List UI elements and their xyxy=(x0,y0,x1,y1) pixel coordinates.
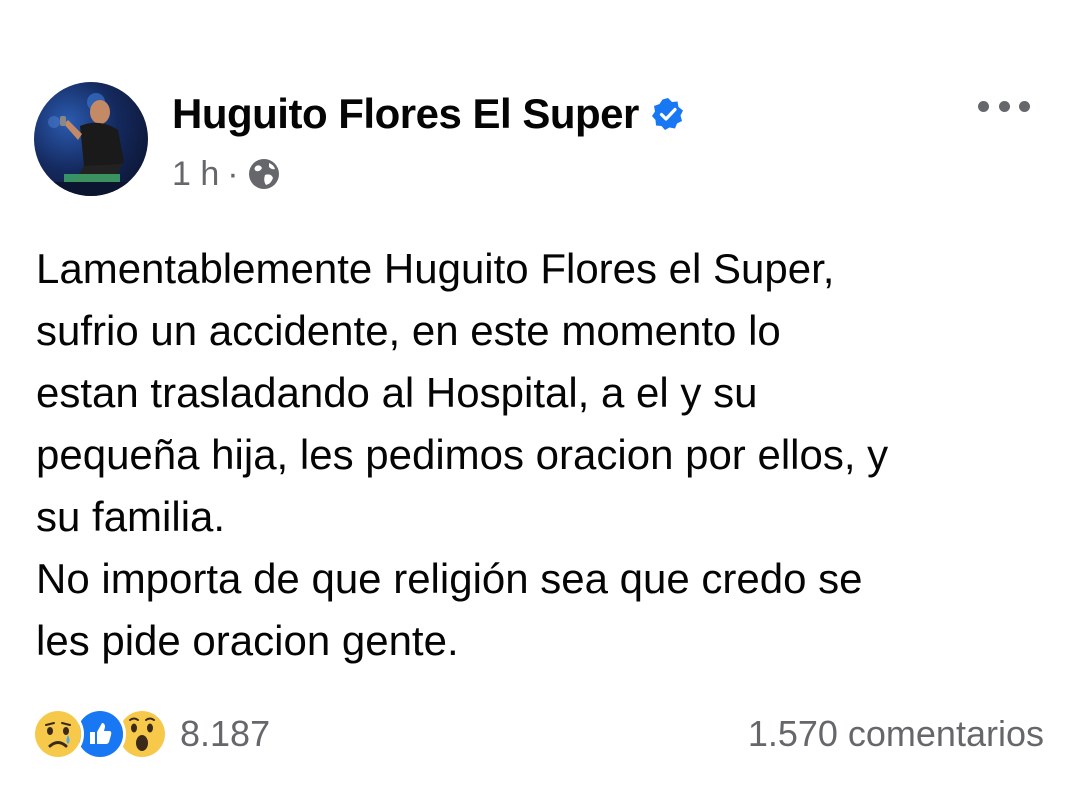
post-timestamp[interactable]: 1 h xyxy=(172,155,219,194)
reactions-summary[interactable]: 8.187 xyxy=(32,706,270,762)
post-text-line: Lamentablemente Huguito Flores el Super, xyxy=(36,245,835,292)
globe-icon xyxy=(248,159,279,189)
post-text-line: estan trasladando al Hospital, a el y su xyxy=(36,369,758,416)
verified-badge-icon xyxy=(651,98,683,130)
post-text-line: su familia. xyxy=(36,493,226,540)
reaction-count: 8.187 xyxy=(180,713,271,754)
post-card: Huguito Flores El Super 1 h · Lamentable… xyxy=(0,0,1080,770)
post-meta: 1 h · xyxy=(172,152,281,196)
more-dot xyxy=(978,100,989,112)
post-text-line: les pide oracion gente. xyxy=(36,617,459,664)
sad-reaction-icon xyxy=(32,708,84,760)
reaction-icons xyxy=(32,708,168,760)
post-text-line: sufrio un accidente, en este momento lo xyxy=(36,307,781,354)
author-row: Huguito Flores El Super xyxy=(172,86,685,142)
more-dot xyxy=(998,100,1010,112)
author-name[interactable]: Huguito Flores El Super xyxy=(172,90,639,138)
comments-count-link[interactable]: 1.570 comentarios xyxy=(748,706,1044,762)
more-options-icon[interactable] xyxy=(978,92,1030,120)
author-avatar[interactable] xyxy=(34,82,148,196)
post-text-line: pequeña hija, les pedimos oracion por el… xyxy=(36,431,889,478)
post-text-line: No importa de que religión sea que credo… xyxy=(36,555,863,602)
more-dot xyxy=(1019,100,1030,112)
post-body: Lamentablemente Huguito Flores el Super,… xyxy=(36,238,1051,672)
meta-separator: · xyxy=(227,154,239,193)
